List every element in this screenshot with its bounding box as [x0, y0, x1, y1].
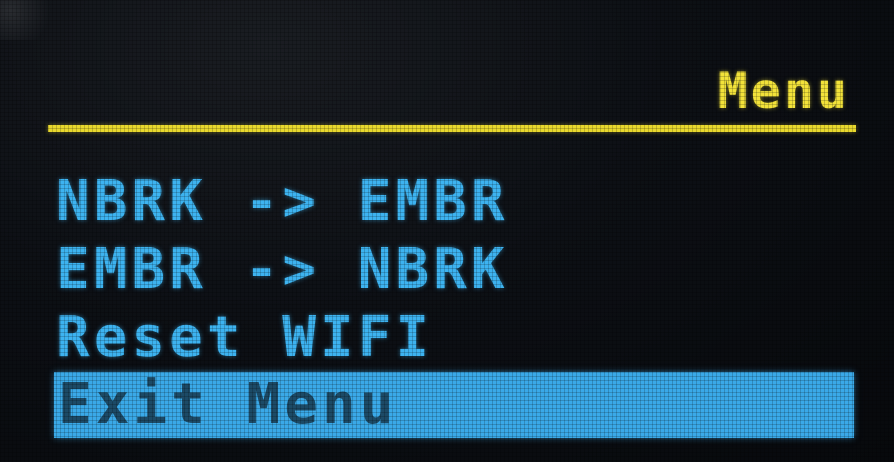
menu-title: Menu — [717, 62, 850, 120]
glare — [0, 0, 60, 40]
menu-item-nbrk-to-embr[interactable]: NBRK -> EMBR — [52, 168, 852, 236]
menu-item-exit-menu[interactable]: Exit Menu — [54, 372, 854, 438]
menu-item-reset-wifi[interactable]: Reset WIFI — [52, 304, 852, 372]
menu-item-embr-to-nbrk[interactable]: EMBR -> NBRK — [52, 236, 852, 304]
menu-list: NBRK -> EMBR EMBR -> NBRK Reset WIFI Exi… — [52, 168, 854, 438]
oled-display: Menu NBRK -> EMBR EMBR -> NBRK Reset WIF… — [0, 0, 894, 462]
title-divider — [48, 125, 856, 132]
